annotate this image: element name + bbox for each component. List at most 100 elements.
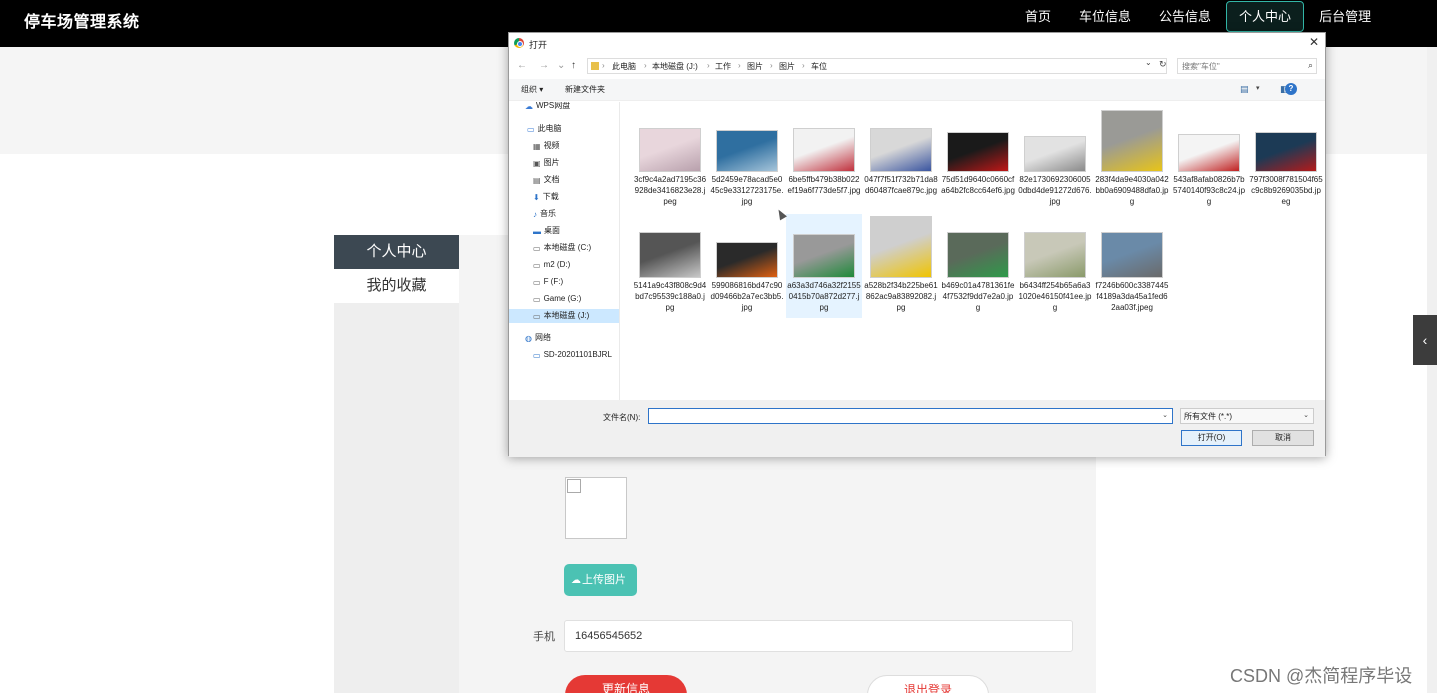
nav-item-admin[interactable]: 后台管理 — [1306, 1, 1384, 32]
breadcrumb-item[interactable]: 车位 — [811, 61, 827, 72]
help-icon[interactable]: ? — [1285, 83, 1297, 95]
breadcrumb-item[interactable]: 图片 — [779, 61, 795, 72]
tree-item[interactable]: ▭ SD-20201101BJRL — [533, 348, 612, 362]
watermark: CSDN @杰简程序毕设 — [1230, 666, 1413, 686]
logout-button[interactable]: 退出登录 — [867, 675, 989, 693]
address-row: ← → ⌄ ↑ › 此电脑 › 本地磁盘 (J:) › 工作 › 图片 › 图片… — [509, 55, 1325, 77]
update-info-button[interactable]: 更新信息 — [565, 675, 687, 693]
sidebar-item-favorites[interactable]: 我的收藏 — [334, 269, 459, 303]
tree-item[interactable]: ▭ 本地磁盘 (J:) — [509, 309, 619, 323]
drive-icon: ▭ — [533, 278, 541, 287]
tree-item[interactable]: ◍ 网络 — [525, 331, 551, 345]
download-icon: ⬇ — [533, 193, 540, 202]
back-arrow-icon[interactable]: ← — [517, 60, 527, 71]
nav-item-personal-center[interactable]: 个人中心 — [1226, 1, 1305, 32]
file-item[interactable]: 543af8afab0826b7b5740140f93c8c24.jpg — [1171, 108, 1247, 212]
tree-item[interactable]: ☁ WPS网盘 — [525, 102, 570, 113]
tree-item[interactable]: ▤ 文档 — [533, 173, 560, 187]
page-scrollbar[interactable] — [1427, 47, 1437, 693]
history-dropdown-icon[interactable]: ⌄ — [557, 60, 565, 71]
breadcrumb-item[interactable]: 图片 — [747, 61, 763, 72]
file-item[interactable]: 047f7f51f732b71da8d60487fcae879c.jpg — [863, 108, 939, 212]
tree-item[interactable]: ♪ 音乐 — [533, 207, 556, 221]
view-dropdown-icon[interactable]: ▾ — [1256, 84, 1260, 92]
document-folder-icon: ▤ — [533, 176, 541, 185]
tree-item[interactable]: ▣ 图片 — [533, 156, 560, 170]
computer-icon: ▭ — [527, 125, 535, 134]
forward-arrow-icon[interactable]: → — [539, 60, 549, 71]
filetype-value: 所有文件 (*.*) — [1184, 412, 1232, 421]
network-icon: ◍ — [525, 334, 532, 343]
dialog-footer: 文件名(N): ⌄ 所有文件 (*.*) ⌄ 打开(O) 取消 — [509, 400, 1325, 457]
upload-image-button[interactable]: ☁上传图片 — [564, 564, 637, 596]
organize-menu[interactable]: 组织 ▾ — [521, 84, 543, 95]
file-item[interactable]: 599086816bd47c90d09466b2a7ec3bb5.jpg — [709, 214, 785, 318]
upload-button-label: 上传图片 — [582, 574, 626, 586]
tree-item-label: 文档 — [543, 175, 560, 184]
side-expand-tab[interactable]: ‹ — [1413, 315, 1437, 365]
nav-item-parking-info[interactable]: 车位信息 — [1066, 1, 1144, 32]
file-item[interactable]: a528b2f34b225be61862ac9a83892082.jpg — [863, 214, 939, 318]
filename-label: 文件名(N): — [603, 413, 641, 422]
new-folder-button[interactable]: 新建文件夹 — [565, 84, 605, 95]
address-bar[interactable]: › 此电脑 › 本地磁盘 (J:) › 工作 › 图片 › 图片 › 车位 — [587, 58, 1167, 74]
chevron-down-icon[interactable]: ⌄ — [1162, 411, 1168, 419]
tree-item[interactable]: ▦ 视频 — [533, 139, 560, 153]
tree-item-label: SD-20201101BJRL — [543, 350, 612, 359]
tree-item[interactable]: ▬ 桌面 — [533, 224, 560, 238]
drive-icon: ▭ — [533, 261, 541, 270]
file-item[interactable]: 5141a9c43f808c9d4bd7c95539c188a0.jpg — [632, 214, 708, 318]
nav-item-home[interactable]: 首页 — [1012, 1, 1064, 32]
file-name: a63a3d746a32f21550415b70a872d277.jpg — [787, 281, 861, 312]
file-item[interactable]: 3cf9c4a2ad7195c36928de3416823e28.jpeg — [632, 108, 708, 212]
file-item[interactable]: b6434ff254b65a6a31020e46150f41ee.jpg — [1017, 214, 1093, 318]
chevron-left-icon: ‹ — [1422, 332, 1428, 348]
file-item[interactable]: 5d2459e78acad5e045c9e3312723175e.jpg — [709, 108, 785, 212]
file-item[interactable]: 797f3008f781504f65c9c8b9269035bd.jpeg — [1248, 108, 1324, 212]
file-name: 6be5ffb479b38b022ef19a6f773de5f7.jpg — [787, 175, 861, 195]
file-item[interactable]: 75d51d9640c0660cfa64b2fc8cc64ef6.jpg — [940, 108, 1016, 212]
breadcrumb-item[interactable]: 本地磁盘 (J:) — [652, 61, 698, 72]
breadcrumb-item[interactable]: 此电脑 — [612, 61, 636, 72]
refresh-icon[interactable]: ↻ — [1159, 59, 1167, 70]
tree-item-label: 下载 — [542, 192, 559, 201]
file-item[interactable]: a63a3d746a32f21550415b70a872d277.jpg — [786, 214, 862, 318]
tree-divider — [619, 102, 620, 400]
image-thumbnail — [1178, 134, 1240, 172]
address-dropdown-icon[interactable]: ⌄ — [1145, 58, 1152, 67]
desktop-icon: ▬ — [533, 227, 541, 236]
file-item[interactable]: 82e17306923060050dbd4de91272d676.jpg — [1017, 108, 1093, 212]
file-item[interactable]: 6be5ffb479b38b022ef19a6f773de5f7.jpg — [786, 108, 862, 212]
tree-item-label: 图片 — [543, 158, 560, 167]
file-name: 75d51d9640c0660cfa64b2fc8cc64ef6.jpg — [941, 175, 1015, 195]
image-thumbnail — [1101, 110, 1163, 172]
filetype-select[interactable]: 所有文件 (*.*) ⌄ — [1180, 408, 1314, 424]
up-arrow-icon[interactable]: ↑ — [571, 60, 576, 71]
tree-item[interactable]: ⬇ 下载 — [533, 190, 559, 204]
file-item[interactable]: f7246b600c3387445f4189a3da45a1fed62aa03f… — [1094, 214, 1170, 318]
cancel-button[interactable]: 取消 — [1252, 430, 1314, 446]
tree-item[interactable]: ▭ 此电脑 — [527, 122, 562, 136]
dialog-titlebar: 打开 ✕ — [509, 33, 1325, 53]
tree-item[interactable]: ▭ m2 (D:) — [533, 258, 570, 272]
sidebar-title: 个人中心 — [334, 235, 459, 269]
tree-item[interactable]: ▭ 本地磁盘 (C:) — [533, 241, 591, 255]
drive-icon: ▭ — [533, 244, 541, 253]
tree-item[interactable]: ▭ F (F:) — [533, 275, 563, 289]
breadcrumb-sep-icon: › — [707, 61, 710, 70]
file-name: 283f4da9e4030a042bb0a6909488dfa0.jpg — [1095, 175, 1169, 206]
open-button[interactable]: 打开(O) — [1181, 430, 1242, 446]
phone-input[interactable]: 16456545652 — [564, 620, 1073, 652]
nav-item-notices[interactable]: 公告信息 — [1146, 1, 1224, 32]
breadcrumb-item[interactable]: 工作 — [715, 61, 731, 72]
close-icon[interactable]: ✕ — [1307, 35, 1321, 49]
search-input[interactable]: 搜索"车位" ⌕ — [1177, 58, 1317, 74]
drive-icon: ▭ — [533, 295, 541, 304]
folder-tree: ★快速访问☁WPS网盘▭此电脑▦视频▣图片▤文档⬇下载♪音乐▬桌面▭本地磁盘 (… — [509, 102, 619, 400]
tree-item[interactable]: ▭ Game (G:) — [533, 292, 581, 306]
breadcrumb-sep-icon: › — [770, 61, 773, 70]
view-mode-icon[interactable]: ▤ — [1240, 84, 1249, 95]
file-item[interactable]: b469c01a4781361fe4f7532f9dd7e2a0.jpg — [940, 214, 1016, 318]
file-item[interactable]: 283f4da9e4030a042bb0a6909488dfa0.jpg — [1094, 108, 1170, 212]
filename-input[interactable]: ⌄ — [648, 408, 1173, 424]
